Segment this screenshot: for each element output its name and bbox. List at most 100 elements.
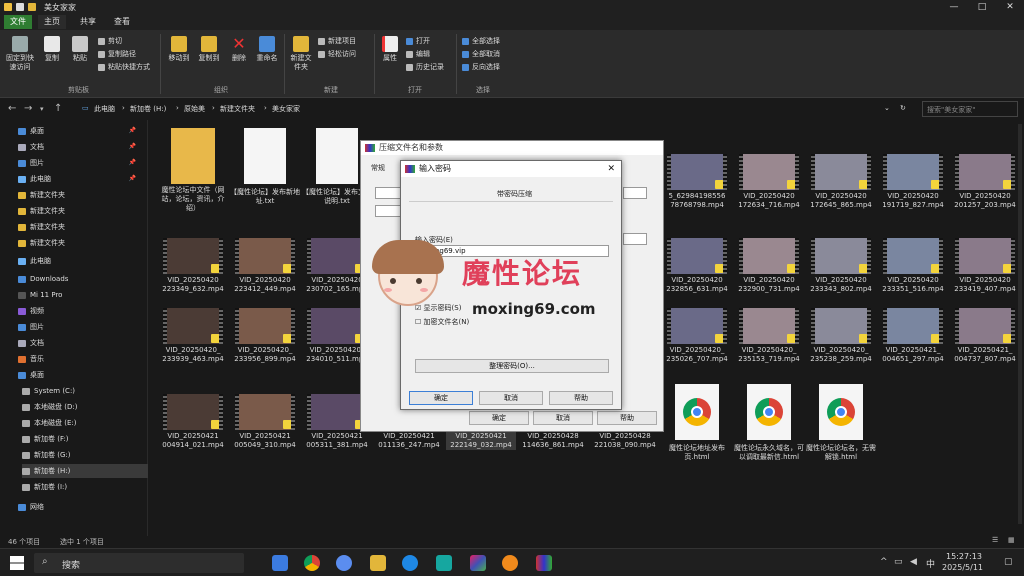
edge-icon[interactable] (402, 555, 418, 571)
sidebar-item[interactable]: 视频 (18, 304, 144, 318)
clock-time[interactable]: 15:27:13 (946, 552, 982, 561)
crumb-new-folder[interactable]: 新建文件夹 (220, 104, 255, 114)
organize-passwords-button[interactable]: 整理密码(O)... (415, 359, 609, 373)
cut-button[interactable]: 剪切 (98, 36, 122, 46)
sidebar-item[interactable]: 新建文件夹 (18, 204, 144, 218)
password-cancel-button[interactable]: 取消 (479, 391, 543, 405)
new-folder-icon[interactable] (28, 3, 36, 11)
file-item[interactable]: VID_20250420 232900_731.mp4 (734, 238, 804, 294)
sidebar-item[interactable]: 新建文件夹 (18, 220, 144, 234)
file-item[interactable]: VID_20250420 172634_716.mp4 (734, 154, 804, 210)
close-icon[interactable]: ✕ (607, 161, 615, 177)
sidebar-item[interactable]: 文档 (18, 336, 144, 350)
refresh-icon[interactable]: ↻ (900, 104, 906, 112)
tab-file[interactable]: 文件 (4, 15, 32, 29)
minimize-icon[interactable]: — (940, 0, 968, 14)
archive-name-field[interactable] (375, 187, 401, 199)
open-button[interactable]: 打开 (406, 36, 430, 46)
start-icon[interactable] (10, 556, 24, 570)
clock-date[interactable]: 2025/5/11 (942, 563, 983, 572)
file-item[interactable]: VID_20250420 233419_407.mp4 (950, 238, 1020, 294)
tab-share[interactable]: 共享 (74, 15, 102, 29)
crumb-this-pc[interactable]: 此电脑 (94, 104, 115, 114)
sidebar-item[interactable]: 新加卷 (I:) (22, 480, 148, 494)
file-item[interactable]: VID_20250420_ 235026_707.mp4 (662, 308, 732, 364)
password-help-button[interactable]: 帮助 (549, 391, 613, 405)
sidebar-item[interactable]: 本地磁盘 (E:) (22, 416, 148, 430)
file-item[interactable]: 5_62984198556 78768798.mp4 (662, 154, 732, 210)
sidebar-item[interactable]: 音乐 (18, 352, 144, 366)
sidebar-item[interactable]: 新加卷 (H:) (22, 464, 148, 478)
options-dropdown[interactable] (623, 233, 647, 245)
crumb-folder[interactable]: 原始美 (184, 104, 205, 114)
edit-button[interactable]: 编辑 (406, 49, 430, 59)
tray-chevron-icon[interactable]: ^ (880, 557, 888, 567)
notification-icon[interactable]: ▢ (1004, 557, 1013, 567)
file-item[interactable]: 魔性论坛论坛名，无需解锁.html (806, 384, 876, 462)
move-to-button[interactable]: 移动到 (166, 36, 192, 63)
network-icon[interactable]: ▭ (894, 557, 903, 567)
file-item[interactable]: 魔性论坛永久域名，可以调取最新信.html (734, 384, 804, 462)
browse-button[interactable] (623, 187, 647, 199)
close-icon[interactable]: ✕ (996, 0, 1024, 14)
file-item[interactable]: 【魔性论坛】发布新地址.txt (230, 128, 300, 206)
sidebar-item[interactable]: Mi 11 Pro (18, 288, 144, 302)
paste-button[interactable]: 粘贴 (68, 36, 92, 63)
breadcrumb[interactable]: ▭ 此电脑 › 新加卷 (H:) › 原始美 › 新建文件夹 › 美女家家 ⌄ … (76, 101, 912, 117)
sidebar-item[interactable]: Downloads (18, 272, 144, 286)
paste-shortcut-button[interactable]: 粘贴快捷方式 (98, 62, 150, 72)
chrome-icon[interactable] (304, 555, 320, 571)
sidebar-item[interactable]: 新加卷 (G:) (22, 448, 148, 462)
recent-chevron-icon[interactable]: ▾ (40, 105, 44, 113)
up-icon[interactable]: ↑ (54, 103, 62, 114)
taskbar-search[interactable]: ⌕ 搜索 (34, 553, 244, 573)
thumbnail-view-icon[interactable]: ▦ (1008, 536, 1015, 544)
file-item[interactable]: VID_20250420 223412_449.mp4 (230, 238, 300, 294)
file-explorer-icon[interactable] (370, 555, 386, 571)
compress-cancel-button[interactable]: 取消 (533, 411, 593, 425)
winrar-icon[interactable] (536, 555, 552, 571)
compress-ok-button[interactable]: 确定 (469, 411, 529, 425)
delete-button[interactable]: ✕ 删除 (228, 36, 250, 63)
sidebar-item[interactable]: 网络 (18, 500, 144, 514)
copy-to-button[interactable]: 复制到 (196, 36, 222, 63)
file-item[interactable]: VID_20250421 004914_021.mp4 (158, 394, 228, 450)
address-dropdown-icon[interactable]: ⌄ (884, 104, 890, 112)
file-item[interactable]: VID_20250421 005049_310.mp4 (230, 394, 300, 450)
sidebar-item[interactable]: 本地磁盘 (D:) (22, 400, 148, 414)
invert-selection-button[interactable]: 反向选择 (462, 62, 500, 72)
file-item[interactable]: VID_20250420_ 235153_719.mp4 (734, 308, 804, 364)
search-app-icon[interactable] (502, 555, 518, 571)
file-item[interactable]: VID_20250420 233351_516.mp4 (878, 238, 948, 294)
sidebar-item[interactable]: 图片 📌 (18, 156, 144, 170)
volume-icon[interactable]: ◀ (910, 557, 917, 567)
file-item[interactable]: VID_20250420_ 233956_899.mp4 (230, 308, 300, 364)
tab-view[interactable]: 查看 (108, 15, 136, 29)
new-item-button[interactable]: 新建项目 (318, 36, 356, 46)
sidebar-item[interactable]: System (C:) (22, 384, 148, 398)
sidebar-item[interactable]: 此电脑 📌 (18, 172, 144, 186)
pin-button[interactable]: 固定到快速访问 (4, 36, 36, 72)
properties-button[interactable]: 属性 (378, 36, 402, 63)
file-item[interactable]: VID_20250420 191719_827.mp4 (878, 154, 948, 210)
file-item[interactable]: VID_20250420 172645_865.mp4 (806, 154, 876, 210)
sidebar-item[interactable]: 文档 📌 (18, 140, 144, 154)
tab-general[interactable]: 常规 (371, 163, 385, 173)
tab-home[interactable]: 主页 (38, 15, 66, 29)
select-none-button[interactable]: 全部取消 (462, 49, 500, 59)
file-item[interactable]: VID_20250420 201257_203.mp4 (950, 154, 1020, 210)
rename-button[interactable]: 重命名 (254, 36, 280, 63)
file-item[interactable]: VID_20250420 233343_802.mp4 (806, 238, 876, 294)
sidebar-item[interactable]: 此电脑 (18, 254, 144, 268)
select-all-button[interactable]: 全部选择 (462, 36, 500, 46)
file-item[interactable]: 魔性论坛地址发布页.html (662, 384, 732, 462)
crumb-current[interactable]: 美女家家 (272, 104, 300, 114)
compress-help-button[interactable]: 帮助 (597, 411, 657, 425)
password-ok-button[interactable]: 确定 (409, 391, 473, 405)
sidebar-item[interactable]: 桌面 (18, 368, 144, 382)
encrypt-names-checkbox[interactable]: ☐ 加密文件名(N) (415, 317, 469, 327)
file-item[interactable]: VID_20250420 223349_632.mp4 (158, 238, 228, 294)
new-folder-button[interactable]: 新建文件夹 (288, 36, 314, 72)
sidebar-item[interactable]: 新建文件夹 (18, 188, 144, 202)
details-view-icon[interactable]: ☰ (992, 536, 998, 544)
